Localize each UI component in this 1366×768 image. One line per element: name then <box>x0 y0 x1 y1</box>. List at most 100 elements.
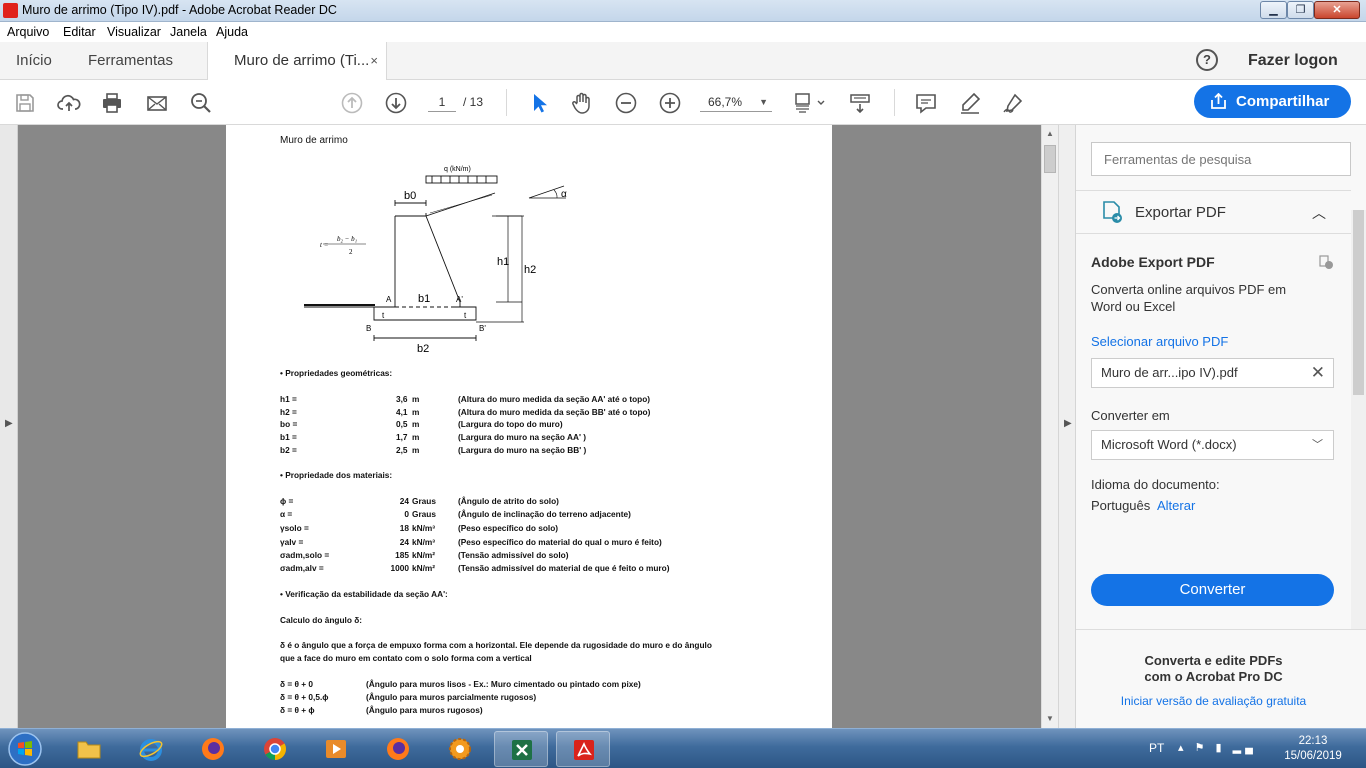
pane-scrollbar-thumb[interactable] <box>1353 210 1364 395</box>
sign-icon[interactable] <box>1001 91 1025 115</box>
firefox-icon <box>387 738 409 760</box>
login-button[interactable]: Fazer logon <box>1248 42 1338 80</box>
share-button[interactable]: Compartilhar <box>1194 85 1351 118</box>
scrollbar-thumb[interactable] <box>1044 145 1056 173</box>
taskbar-chrome[interactable] <box>248 731 302 767</box>
acrobat-window: Muro de arrimo (Tipo IV).pdf - Adobe Acr… <box>0 0 1366 768</box>
select-pdf-link[interactable]: Selecionar arquivo PDF <box>1091 334 1228 349</box>
mat-name: ϕ = <box>280 496 294 506</box>
scroll-down-icon[interactable]: ▼ <box>1046 714 1054 723</box>
upload-cloud-icon[interactable] <box>57 91 81 115</box>
help-icon[interactable]: ? <box>1196 49 1218 71</box>
clear-file-icon[interactable]: ✕ <box>1311 359 1325 387</box>
geom-name: h1 = <box>280 394 297 404</box>
label-b0: b0 <box>404 190 416 202</box>
scroll-up-icon[interactable]: ▲ <box>1046 129 1054 138</box>
start-button-icon[interactable] <box>3 730 47 768</box>
acrobat-app-icon <box>3 3 18 18</box>
document-viewer[interactable]: ▶ Muro de arrimo q (kN/m) b0 α h1 h2 b1 … <box>0 125 1060 728</box>
tab-inicio[interactable]: Início <box>16 42 52 80</box>
taskbar-media-player[interactable] <box>309 731 363 767</box>
window-title: Muro de arrimo (Tipo IV).pdf - Adobe Acr… <box>22 3 337 17</box>
mat-desc: (Ângulo de atrito do solo) <box>458 496 559 506</box>
retaining-wall-diagram: q (kN/m) b0 α h1 h2 b1 A A' B B' t t b2 … <box>304 166 567 355</box>
comment-icon[interactable] <box>914 91 938 115</box>
cloud-service-icon <box>1319 255 1333 269</box>
taskbar-firefox[interactable] <box>186 731 240 767</box>
next-page-icon[interactable] <box>384 91 408 115</box>
tray-icons[interactable]: ▴ ⚑ ▮ ▂▄ <box>1178 741 1257 754</box>
chevron-up-icon[interactable]: ︿ <box>1312 203 1326 223</box>
close-window-button[interactable]: ✕ <box>1314 1 1360 19</box>
mat-name: σadm,alv = <box>280 563 324 573</box>
select-cursor-icon[interactable] <box>527 91 551 115</box>
right-pane-toggle[interactable]: ▶ <box>1058 125 1076 728</box>
mat-unit: kN/m² <box>412 563 436 573</box>
page-fit-icon[interactable] <box>793 91 827 115</box>
service-desc-line1: Converta online arquivos PDF em <box>1091 282 1287 297</box>
hand-tool-icon[interactable] <box>570 91 594 115</box>
mat-unit: Graus <box>412 509 436 519</box>
free-trial-link[interactable]: Iniciar versão de avaliação gratuita <box>1076 694 1351 708</box>
page-number-input[interactable] <box>428 92 456 112</box>
highlight-pen-icon[interactable] <box>958 91 982 115</box>
prev-page-icon[interactable] <box>340 91 364 115</box>
stability-section-title: • Verificação da estabilidade da seção A… <box>280 589 448 599</box>
geom-value: 3,6 <box>396 394 408 404</box>
zoom-level-dropdown[interactable]: 66,7% ▼ <box>700 92 772 112</box>
tray-language[interactable]: PT <box>1149 741 1164 755</box>
taskbar-firefox-2[interactable] <box>371 731 425 767</box>
menu-arquivo[interactable]: Arquivo <box>7 25 49 39</box>
tab-ferramentas[interactable]: Ferramentas <box>88 42 173 80</box>
tools-search-input[interactable] <box>1091 142 1351 176</box>
scroll-mode-icon[interactable] <box>848 91 872 115</box>
menu-visualizar[interactable]: Visualizar <box>107 25 161 39</box>
export-pdf-label: Exportar PDF <box>1135 204 1226 221</box>
case-equation: δ = θ + ϕ <box>280 705 315 715</box>
promo-line1: Converta e edite PDFs <box>1144 653 1283 668</box>
menu-janela[interactable]: Janela <box>170 25 207 39</box>
taskbar-internet-explorer[interactable] <box>124 731 178 767</box>
taskbar-app-gear[interactable] <box>433 731 487 767</box>
geom-desc: (Altura do muro medida da seção BB' até … <box>458 407 651 417</box>
email-icon[interactable] <box>145 91 169 115</box>
print-icon[interactable] <box>100 91 124 115</box>
export-pdf-header[interactable]: Exportar PDF ︿ <box>1076 190 1351 234</box>
mat-desc: (Ângulo de inclinação do terreno adjacen… <box>458 509 631 519</box>
folder-icon <box>77 741 101 759</box>
taskbar-acrobat[interactable] <box>556 731 610 767</box>
doc-language-label: Idioma do documento: <box>1091 477 1220 492</box>
close-tab-icon[interactable]: × <box>370 42 378 80</box>
left-panel-toggle[interactable]: ▶ <box>0 125 18 728</box>
zoom-out-icon[interactable] <box>614 91 638 115</box>
mat-unit: kN/m³ <box>412 523 436 533</box>
taskbar-excel[interactable] <box>494 731 548 767</box>
change-language-link[interactable]: Alterar <box>1157 498 1195 513</box>
label-B: B <box>366 324 371 333</box>
tab-document[interactable]: Muro de arrimo (Ti... × <box>207 42 387 81</box>
taskbar-file-explorer[interactable] <box>62 731 116 767</box>
minimize-button[interactable]: ▁ <box>1260 1 1287 19</box>
vertical-scrollbar[interactable]: ▲ ▼ <box>1041 125 1058 728</box>
tray-clock[interactable]: 22:13 15/06/2019 <box>1276 734 1350 764</box>
selected-file-field[interactable]: Muro de arr...ipo IV).pdf ✕ <box>1091 358 1334 388</box>
geom-desc: (Largura do muro na seção BB' ) <box>458 445 587 455</box>
format-select[interactable]: Microsoft Word (*.docx) ﹀ <box>1091 430 1334 460</box>
service-desc-line2: Word ou Excel <box>1091 299 1176 314</box>
menu-ajuda[interactable]: Ajuda <box>216 25 248 39</box>
convert-button[interactable]: Converter <box>1091 574 1334 606</box>
zoom-in-icon[interactable] <box>658 91 682 115</box>
geom-name: h2 = <box>280 407 297 417</box>
delta-paragraph-line1: δ é o ângulo que a força de empuxo forma… <box>280 640 712 650</box>
maximize-button[interactable]: ❐ <box>1287 1 1314 19</box>
pane-scrollbar[interactable] <box>1351 210 1366 630</box>
material-properties-title: • Propriedade dos materiais: <box>280 470 393 480</box>
delta-calc-title: Calculo do ângulo δ: <box>280 615 363 625</box>
save-icon[interactable] <box>13 91 37 115</box>
collapse-pane-icon: ▶ <box>1064 418 1072 429</box>
label-h2: h2 <box>524 264 536 276</box>
convert-to-label: Converter em <box>1091 408 1170 423</box>
zoom-search-icon[interactable] <box>189 91 213 115</box>
menu-editar[interactable]: Editar <box>63 25 96 39</box>
geom-unit: m <box>412 432 420 442</box>
